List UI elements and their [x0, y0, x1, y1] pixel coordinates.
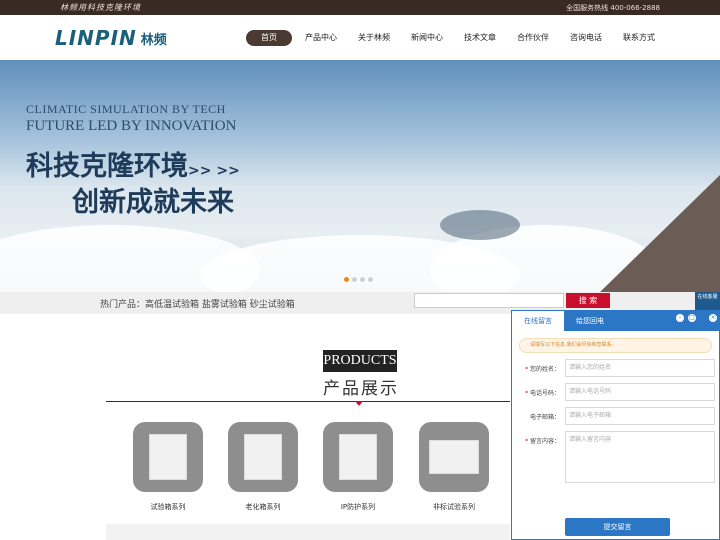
- slider-dot-active[interactable]: [344, 277, 349, 282]
- distant-peak: [440, 210, 520, 240]
- nav-phone[interactable]: 咨询电话: [562, 30, 610, 46]
- product-caption: 试验箱系列: [150, 503, 186, 511]
- message-label-text: 留言内容：: [529, 438, 560, 445]
- nav-partners[interactable]: 合作伙伴: [509, 30, 557, 46]
- banner-arrows: >> >>: [188, 163, 240, 179]
- close-icon[interactable]: ×: [709, 314, 717, 322]
- banner-en-line2: FUTURE LED BY INNOVATION: [26, 118, 237, 134]
- email-field[interactable]: 请输入电子邮箱: [565, 407, 715, 425]
- slider-dot[interactable]: [360, 277, 365, 282]
- slogan: 林频用科技克隆环境: [60, 3, 141, 12]
- nav-contact[interactable]: 联系方式: [615, 30, 663, 46]
- product-image: [133, 422, 203, 492]
- product-caption: 非标试验系列: [433, 503, 475, 511]
- mountain-peak: [600, 175, 720, 292]
- logo[interactable]: LINPIN 林频: [55, 25, 167, 51]
- banner-cn-line2: 创新成就未来: [72, 187, 234, 218]
- hot-products-text[interactable]: 热门产品：高低温试验箱 盐雾试验箱 砂尘试验箱: [100, 297, 295, 310]
- banner-en-line1: CLIMATIC SIMULATION BY TECH: [26, 102, 226, 116]
- phone-field[interactable]: 请输入电话号码: [565, 383, 715, 401]
- message-label: * 留言内容：: [525, 438, 560, 445]
- form-notice: 请填写以下信息,我们会尽快和您联系。: [519, 338, 712, 353]
- divider-marker: [355, 401, 363, 406]
- search-button[interactable]: 搜 索: [566, 293, 610, 308]
- product-image: [228, 422, 298, 492]
- custom-chamber-icon: [429, 440, 479, 474]
- nav-news[interactable]: 新闻中心: [403, 30, 451, 46]
- banner-cn-line1-text: 科技克隆环境: [26, 151, 188, 182]
- products-title-en: PRODUCTS: [323, 350, 397, 372]
- product-caption: IP防护系列: [340, 503, 376, 511]
- nav-articles[interactable]: 技术文章: [456, 30, 504, 46]
- test-chamber-icon: [149, 434, 187, 480]
- phone-label: * 电话号码：: [525, 390, 560, 397]
- online-service-tab[interactable]: 在线客服: [695, 292, 720, 310]
- divider-line: [106, 401, 510, 402]
- name-field[interactable]: 请输入您的姓名: [565, 359, 715, 377]
- submit-message-button[interactable]: 提交留言: [565, 518, 670, 536]
- top-bar: 林频用科技克隆环境 全国服务热线 400-066-2888: [0, 0, 720, 15]
- logo-en: LINPIN: [55, 26, 137, 50]
- products-footer-strip: [106, 524, 510, 540]
- tab-callback[interactable]: 给您回电: [576, 311, 604, 331]
- slider-dots: [344, 277, 376, 282]
- logo-cn: 林频: [140, 32, 167, 48]
- aging-chamber-icon: [244, 434, 282, 480]
- phone-label-text: 电话号码：: [529, 390, 560, 397]
- slider-dot[interactable]: [352, 277, 357, 282]
- product-image: [323, 422, 393, 492]
- nav-products[interactable]: 产品中心: [297, 30, 345, 46]
- tab-leave-message[interactable]: 在线留言: [512, 311, 564, 331]
- slider-dot[interactable]: [368, 277, 373, 282]
- email-label: 电子邮箱：: [529, 414, 560, 421]
- product-item[interactable]: 老化箱系列: [228, 422, 298, 512]
- product-item[interactable]: 试验箱系列: [133, 422, 203, 512]
- hotline: 全国服务热线 400-066-2888: [566, 4, 660, 12]
- message-widget: 在线留言 给您回电 – □ × 请填写以下信息,我们会尽快和您联系。 * 您的姓…: [511, 310, 720, 540]
- product-item[interactable]: IP防护系列: [323, 422, 393, 512]
- name-label-text: 您的姓名：: [529, 366, 560, 373]
- product-caption: 老化箱系列: [245, 503, 281, 511]
- search-input[interactable]: [414, 293, 564, 308]
- product-image: [419, 422, 489, 492]
- ip-tester-icon: [339, 434, 377, 480]
- product-item[interactable]: 非标试验系列: [419, 422, 489, 512]
- message-textarea[interactable]: 请输入留言内容: [565, 431, 715, 483]
- minimize-icon[interactable]: –: [676, 314, 684, 322]
- banner-cn-line1: 科技克隆环境>> >>: [26, 144, 240, 183]
- name-label: * 您的姓名：: [525, 366, 560, 373]
- widget-header: 在线留言 给您回电 – □ ×: [512, 311, 719, 331]
- header: LINPIN 林频 首页 产品中心 关于林频 新闻中心 技术文章 合作伙伴 咨询…: [0, 15, 720, 60]
- nav-about[interactable]: 关于林频: [350, 30, 398, 46]
- nav-home[interactable]: 首页: [246, 30, 292, 46]
- hero-banner[interactable]: CLIMATIC SIMULATION BY TECH FUTURE LED B…: [0, 60, 720, 292]
- restore-icon[interactable]: □: [688, 314, 696, 322]
- main-nav: 首页 产品中心 关于林频 新闻中心 技术文章 合作伙伴 咨询电话 联系方式: [246, 30, 668, 46]
- products-title-cn: 产品展示: [323, 379, 399, 399]
